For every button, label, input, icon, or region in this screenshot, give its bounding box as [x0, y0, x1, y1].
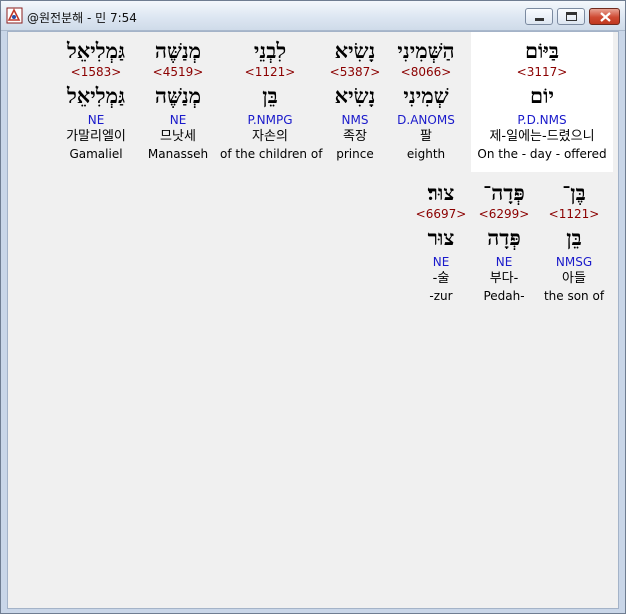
parsing-code: NE — [169, 113, 187, 127]
hebrew-word: לִבְנֵי — [253, 38, 287, 63]
minimize-button[interactable] — [525, 8, 553, 25]
lemma: נָשִׂיא — [334, 83, 376, 108]
strong-number[interactable]: <6299> — [472, 206, 536, 222]
hebrew-word: הַשְּׁמִינִי — [397, 38, 455, 63]
word-cell[interactable]: בַּיּוֹם <3117> יוֹם P.D.NMS 제-일에는-드렸으니 … — [471, 38, 613, 162]
english-gloss: Gamaliel — [69, 147, 123, 161]
app-window: @원전분해 - 민 7:54 בַּיּוֹם <3117> יוֹם P.D.… — [0, 0, 626, 614]
parsing-code: NMSG — [555, 255, 593, 269]
english-gloss: prince — [336, 147, 374, 161]
hebrew-word: בַּיּוֹם — [524, 38, 560, 63]
word-cell[interactable]: צוּר׃ <6697> צוּר NE -술 -zur — [410, 180, 472, 304]
hebrew-word: נָשִׂיא — [334, 38, 376, 63]
strong-number[interactable]: <4519> — [142, 64, 214, 80]
parsing-code: NMS — [341, 113, 369, 127]
window-title: @원전분해 - 민 7:54 — [27, 11, 137, 25]
minimize-icon — [535, 18, 544, 21]
english-gloss: the son of — [543, 289, 605, 303]
word-cell[interactable]: מְנַשֶּׁה <4519> מְנַשֶּׁה NE 므낫세 Manass… — [142, 38, 214, 162]
maximize-button[interactable] — [557, 8, 585, 25]
parsing-code: NE — [432, 255, 450, 269]
lemma: פְּדָה — [487, 225, 521, 250]
word-cell[interactable]: הַשְּׁמִינִי <8066> שְׁמִינִי D.ANOMS 팔 … — [385, 38, 467, 162]
korean-gloss: 부다- — [489, 271, 519, 286]
word-cell[interactable]: פְּדָה־ <6299> פְּדָה NE 부다- Pedah- — [472, 180, 536, 304]
analysis-pane[interactable]: בַּיּוֹם <3117> יוֹם P.D.NMS 제-일에는-드렸으니 … — [7, 31, 619, 609]
strong-number[interactable]: <1121> — [536, 206, 612, 222]
word-cell[interactable]: נָשִׂיא <5387> נָשִׂיא NMS 족장 prince — [318, 38, 392, 162]
english-gloss: eighth — [406, 147, 446, 161]
korean-gloss: 아들 — [562, 271, 586, 286]
hebrew-word: צוּר׃ — [427, 180, 455, 205]
korean-gloss: 팔 — [420, 129, 432, 144]
hebrew-word: בֶּן־ — [562, 180, 586, 205]
english-gloss: -zur — [429, 289, 453, 303]
english-gloss: On the - day - offered — [477, 147, 607, 161]
english-gloss: Pedah- — [483, 289, 525, 303]
hebrew-word: מְנַשֶּׁה — [154, 38, 202, 63]
word-cell[interactable]: בֶּן־ <1121> בֵּן NMSG 아들 the son of — [536, 180, 612, 304]
korean-gloss: -술 — [432, 271, 450, 286]
strong-number[interactable]: <8066> — [385, 64, 467, 80]
korean-gloss: 자손의 — [252, 129, 288, 144]
korean-gloss: 가말리엘이 — [66, 129, 126, 144]
hebrew-word: פְּדָה־ — [483, 180, 525, 205]
lemma: צוּר — [427, 225, 455, 250]
parsing-code: NE — [495, 255, 513, 269]
word-cell[interactable]: גַּמְלִיאֵל <1583> גַּמְלִיאֵל NE 가말리엘이 … — [52, 38, 140, 162]
lemma: גַּמְלִיאֵל — [66, 83, 126, 108]
strong-number[interactable]: <3117> — [471, 64, 613, 80]
app-logo-icon — [6, 7, 23, 24]
close-button[interactable] — [589, 8, 620, 25]
parsing-code: D.ANOMS — [397, 113, 455, 127]
parsing-code: P.NMPG — [247, 113, 293, 127]
lemma: שְׁמִינִי — [403, 83, 449, 108]
english-gloss: Manasseh — [147, 147, 209, 161]
lemma: יוֹם — [530, 83, 554, 108]
close-icon — [600, 12, 611, 22]
strong-number[interactable]: <5387> — [318, 64, 392, 80]
maximize-icon — [566, 12, 577, 21]
english-gloss: of the children of — [220, 147, 323, 161]
strong-number[interactable]: <6697> — [410, 206, 472, 222]
parsing-code: P.D.NMS — [517, 113, 567, 127]
strong-number[interactable]: <1121> — [220, 64, 320, 80]
strong-number[interactable]: <1583> — [52, 64, 140, 80]
korean-gloss: 제-일에는-드렸으니 — [489, 129, 595, 144]
parsing-code: NE — [87, 113, 105, 127]
lemma: מְנַשֶּׁה — [154, 83, 202, 108]
word-cell[interactable]: לִבְנֵי <1121> בֵּן P.NMPG 자손의 of the ch… — [220, 38, 323, 162]
hebrew-word: גַּמְלִיאֵל — [66, 38, 126, 63]
lemma: בֵּן — [262, 83, 278, 108]
korean-gloss: 족장 — [343, 129, 367, 144]
korean-gloss: 므낫세 — [160, 129, 196, 144]
title-bar[interactable]: @원전분해 - 민 7:54 — [1, 1, 625, 31]
lemma: בֵּן — [566, 225, 582, 250]
